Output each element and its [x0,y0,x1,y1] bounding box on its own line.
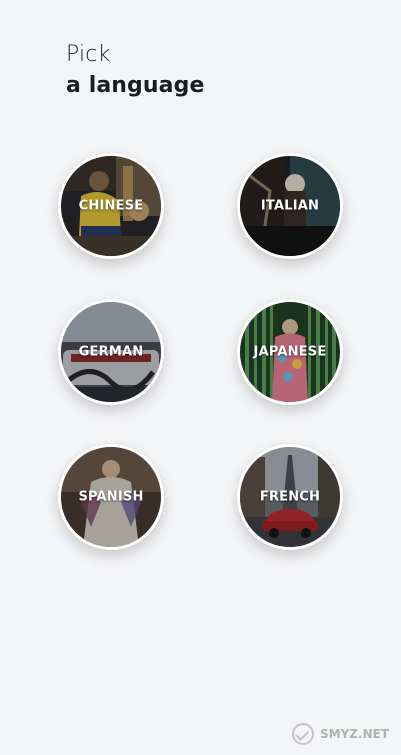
language-label: CHINESE [78,198,144,214]
heading-line-1: Pick [66,42,111,67]
language-tile-japanese[interactable]: JAPANESE [237,299,343,405]
language-tile-spanish[interactable]: SPANISH [58,444,164,550]
language-label: GERMAN [78,344,144,360]
language-label: JAPANESE [253,344,327,360]
heading-line-2: a language [66,73,205,98]
language-tile-chinese[interactable]: CHINESE [58,153,164,259]
page-heading: Pick a language [66,40,204,102]
language-label: FRENCH [259,489,321,505]
language-tile-french[interactable]: FRENCH [237,444,343,550]
language-tile-german[interactable]: GERMAN [58,299,164,405]
language-tile-italian[interactable]: ITALIAN [237,153,343,259]
watermark: SMYZ.NET [292,723,389,745]
watermark-logo-icon [292,723,315,745]
language-label: ITALIAN [260,198,320,214]
watermark-text: SMYZ.NET [320,727,389,741]
language-label: SPANISH [78,489,144,505]
